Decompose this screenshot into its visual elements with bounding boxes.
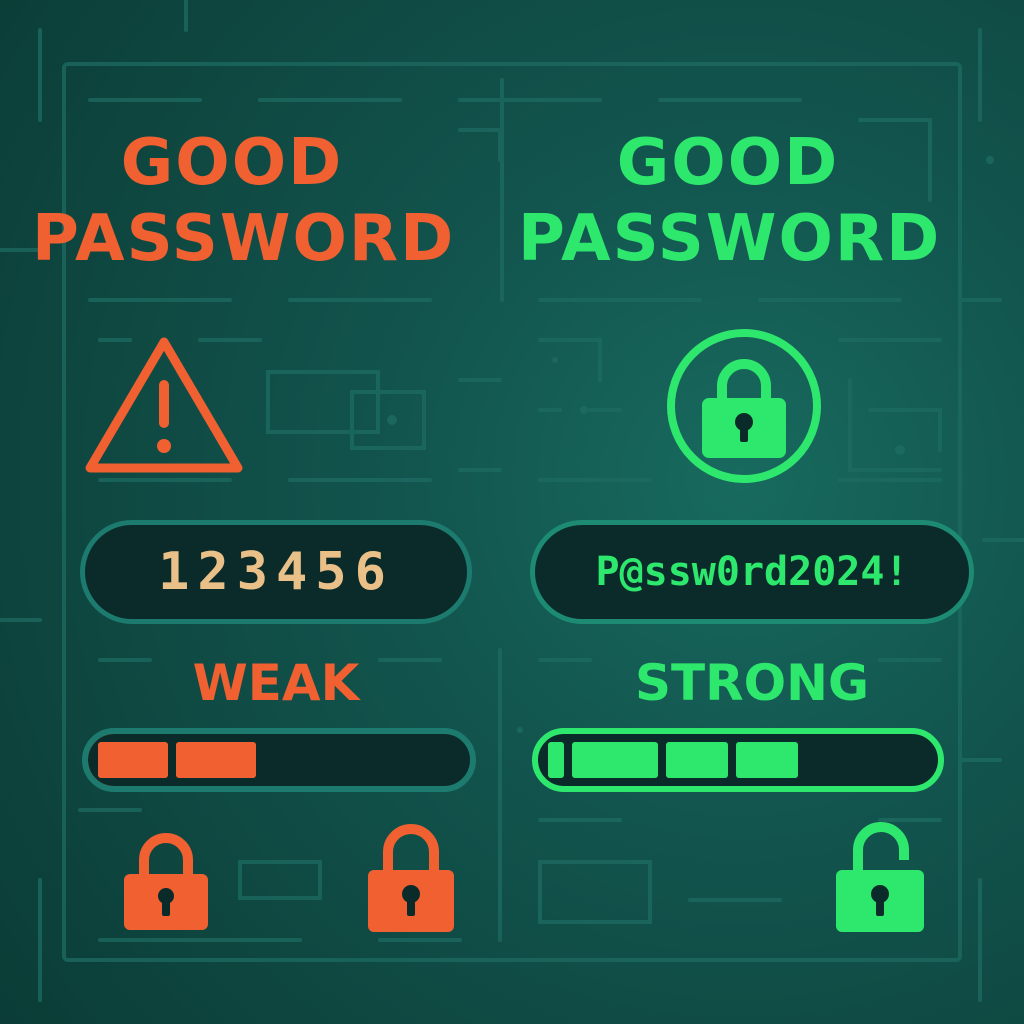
- meter-segment: [666, 742, 728, 778]
- strong-password-field: P@ssw0rd2024!: [530, 520, 974, 624]
- meter-segment: [176, 742, 256, 778]
- warning-triangle-icon: [85, 337, 243, 473]
- meter-segment: [572, 742, 658, 778]
- meter-segment: [98, 742, 168, 778]
- strong-strength-meter: [532, 728, 944, 792]
- weak-strength-meter: [82, 728, 476, 792]
- weak-title-line2: PASSWORD: [32, 202, 456, 276]
- strong-meter-segments: [548, 742, 798, 778]
- strong-title-line1: GOOD: [616, 126, 840, 200]
- strong-strength-label: STRONG: [634, 654, 869, 712]
- weak-panel-title: GOOD PASSWORD: [32, 125, 456, 277]
- lock-icon: [124, 833, 208, 930]
- strong-password-value: P@ssw0rd2024!: [595, 549, 909, 595]
- weak-password-value: 123456: [158, 542, 394, 602]
- lock-circle-icon: [667, 329, 821, 483]
- weak-meter-segments: [98, 742, 256, 778]
- meter-segment: [548, 742, 564, 778]
- lock-icon: [836, 822, 924, 932]
- weak-title-line1: GOOD: [120, 126, 344, 200]
- weak-password-field: 123456: [80, 520, 472, 624]
- lock-icon: [368, 824, 454, 932]
- meter-segment: [736, 742, 798, 778]
- weak-password-panel: GOOD PASSWORD 123456 WEAK: [0, 0, 512, 1024]
- strong-title-line2: PASSWORD: [518, 202, 942, 276]
- strong-panel-title: GOOD PASSWORD: [518, 125, 942, 277]
- weak-strength-label: WEAK: [192, 654, 360, 712]
- password-comparison-graphic: GOOD PASSWORD 123456 WEAK GOOD PASSWORD …: [0, 0, 1024, 1024]
- strong-password-panel: GOOD PASSWORD P@ssw0rd2024! STRONG: [512, 0, 1024, 1024]
